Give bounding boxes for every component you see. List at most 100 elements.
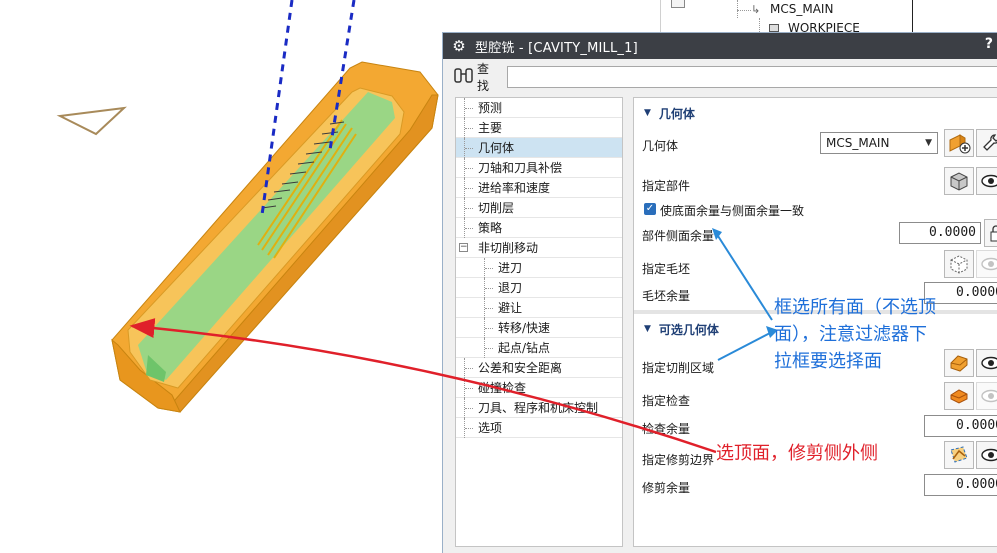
blank-stock-label: 毛坯余量 <box>642 289 691 303</box>
tree-branch <box>484 338 494 358</box>
eye-icon <box>981 174 997 188</box>
tree-item-geometry[interactable]: 几何体 <box>456 138 622 158</box>
check-stock-input[interactable]: 0.0000 <box>924 415 997 437</box>
trim-stock-input[interactable]: 0.0000 <box>924 474 997 496</box>
find-input[interactable] <box>506 66 997 88</box>
show-blank-button[interactable] <box>976 250 997 278</box>
nav-column-divider <box>912 0 913 34</box>
binoculars-icon <box>453 66 475 88</box>
settings-tree: 预测 主要 几何体 刀轴和刀具补偿 进给率和速度 切削层 策略 − 非切削移动 进… <box>455 97 623 547</box>
tree-item-label: 退刀 <box>498 281 523 295</box>
operation-navigator: ↳ MCS_MAIN WORKPIECE <box>660 0 997 35</box>
lock-button[interactable] <box>984 219 997 247</box>
tree-item-non-cutting[interactable]: − 非切削移动 <box>456 238 622 258</box>
tree-item-label: 进刀 <box>498 261 523 275</box>
part-cube-icon <box>950 172 968 191</box>
collapse-icon[interactable]: − <box>459 243 468 252</box>
part-side-stock-label: 部件侧面余量 <box>642 229 715 243</box>
show-part-button[interactable] <box>976 167 997 195</box>
tree-item-predict[interactable]: 预测 <box>456 98 622 118</box>
tree-item-label: 策略 <box>478 221 503 235</box>
tree-item-tool-axis[interactable]: 刀轴和刀具补偿 <box>456 158 622 178</box>
tree-branch <box>484 258 494 278</box>
trim-stock-label: 修剪余量 <box>642 481 691 495</box>
help-button[interactable]: ? <box>985 36 993 52</box>
tree-item-start-point[interactable]: 起点/钻点 <box>456 338 622 358</box>
section-title: 可选几何体 <box>658 322 719 337</box>
cut-region <box>138 92 395 380</box>
eye-icon <box>981 389 997 403</box>
tree-item-tolerances[interactable]: 公差和安全距离 <box>456 358 622 378</box>
tree-item-label: 起点/钻点 <box>498 341 551 355</box>
workpiece-icon <box>769 24 779 32</box>
select-check-button[interactable] <box>944 382 974 410</box>
select-cut-area-button[interactable] <box>944 349 974 377</box>
view-triangle-marker <box>56 106 127 136</box>
floor-same-as-side-label: 使底面余量与侧面余量一致 <box>660 204 805 218</box>
nav-scroll-stub[interactable] <box>671 0 685 8</box>
tree-item-label: 几何体 <box>478 141 515 155</box>
part-side-stock-input[interactable]: 0.0000 <box>899 222 981 244</box>
show-check-button[interactable] <box>976 382 997 410</box>
section-title: 几何体 <box>658 106 695 121</box>
tree-item-engage[interactable]: 进刀 <box>456 258 622 278</box>
gear-icon: ⚙ <box>452 37 466 55</box>
dialog-title: 型腔铣 - [CAVITY_MILL_1] <box>475 40 638 56</box>
check-geometry-icon <box>950 389 968 404</box>
nav-node-mcs-main[interactable]: MCS_MAIN <box>770 2 833 16</box>
tree-item-transfer[interactable]: 转移/快速 <box>456 318 622 338</box>
chevron-down-icon: ▼ <box>925 138 932 148</box>
tree-item-avoidance[interactable]: 避让 <box>456 298 622 318</box>
trim-boundary-icon <box>950 446 968 463</box>
nav-tree-line-h <box>737 10 751 11</box>
tree-item-tool-program[interactable]: 刀具、程序和机床控制 <box>456 398 622 418</box>
collapse-triangle-icon: ▼ <box>644 324 651 334</box>
tree-branch <box>484 318 494 338</box>
tree-item-label: 选项 <box>478 421 503 435</box>
tree-item-label: 预测 <box>478 101 503 115</box>
dialog-titlebar[interactable]: ⚙ 型腔铣 - [CAVITY_MILL_1] ? <box>443 33 997 59</box>
tree-branch <box>464 118 474 138</box>
tree-branch <box>464 398 474 418</box>
tree-branch <box>484 278 494 298</box>
geometry-label: 几何体 <box>642 139 679 153</box>
red-annotation: 选顶面，修剪侧外侧 <box>716 443 878 464</box>
show-trim-button[interactable] <box>976 441 997 469</box>
cut-area-icon <box>950 355 968 372</box>
tree-item-label: 进给率和速度 <box>478 181 551 195</box>
specify-cut-area-label: 指定切削区域 <box>642 361 715 375</box>
tree-branch <box>484 298 494 318</box>
tree-item-label: 碰撞检查 <box>478 381 527 395</box>
select-trim-button[interactable] <box>944 441 974 469</box>
tree-item-retract[interactable]: 退刀 <box>456 278 622 298</box>
tree-item-strategy[interactable]: 策略 <box>456 218 622 238</box>
nav-tree-line <box>737 0 738 18</box>
select-blank-button[interactable] <box>944 250 974 278</box>
tree-item-collision-check[interactable]: 碰撞检查 <box>456 378 622 398</box>
specify-check-label: 指定检查 <box>642 394 691 408</box>
part-model[interactable] <box>111 61 439 413</box>
csys-icon: ↳ <box>751 3 761 16</box>
geometry-section-header[interactable]: ▼ 几何体 <box>634 100 997 126</box>
collapse-triangle-icon: ▼ <box>644 108 651 118</box>
edit-geometry-button[interactable] <box>976 129 997 157</box>
new-geometry-icon <box>949 134 971 154</box>
blue-annotation-line-1: 框选所有面（不选顶 <box>774 297 936 318</box>
specify-blank-label: 指定毛坯 <box>642 262 691 276</box>
tree-item-cut-levels[interactable]: 切削层 <box>456 198 622 218</box>
tree-item-feeds-speeds[interactable]: 进给率和速度 <box>456 178 622 198</box>
tree-item-label: 刀具、程序和机床控制 <box>478 401 599 415</box>
geometry-select[interactable]: MCS_MAIN ▼ <box>820 132 938 154</box>
tree-item-options[interactable]: 选项 <box>456 418 622 438</box>
show-cut-area-button[interactable] <box>976 349 997 377</box>
new-geometry-button[interactable] <box>944 129 974 157</box>
select-part-button[interactable] <box>944 167 974 195</box>
floor-same-as-side-checkbox[interactable]: ✓ <box>644 203 656 215</box>
tree-branch <box>464 138 474 158</box>
tree-item-main[interactable]: 主要 <box>456 118 622 138</box>
wrench-icon <box>983 134 997 151</box>
geometry-select-value: MCS_MAIN <box>826 136 890 150</box>
tree-branch <box>464 178 474 198</box>
lock-icon <box>990 225 997 242</box>
tree-item-label: 非切削移动 <box>478 241 539 255</box>
